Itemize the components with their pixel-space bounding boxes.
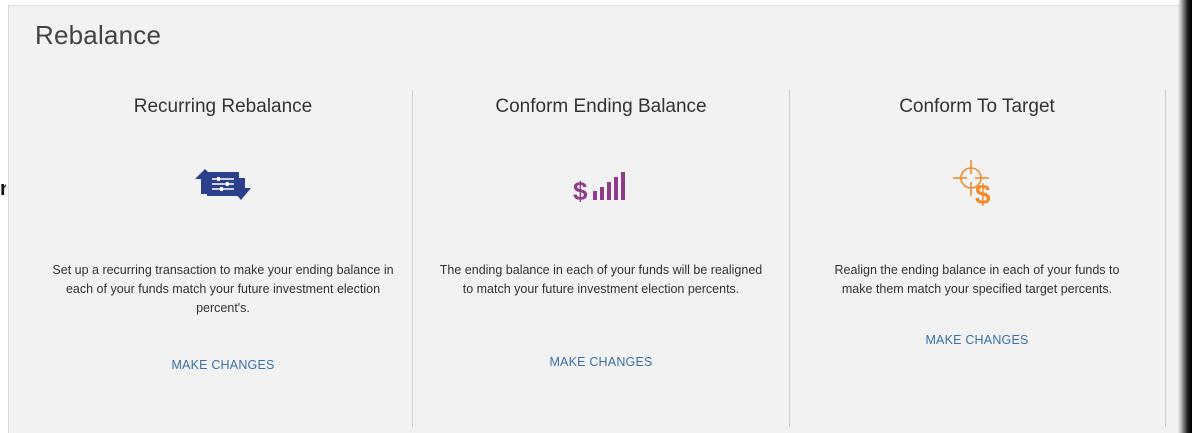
rebalance-panel: Rebalance Recurring Rebalance Set up a r… [8, 5, 1180, 433]
make-changes-conform-to-target-link[interactable]: MAKE CHANGES [790, 333, 1164, 347]
option-heading: Conform To Target [899, 96, 1055, 117]
clipped-text-fragment: n [0, 178, 6, 201]
option-description: Set up a recurring transaction to make y… [52, 263, 394, 315]
option-conform-to-target: Conform To Target $ Realign the ending b… [790, 90, 1164, 430]
option-recurring-rebalance: Recurring Rebalance Set up a recurring t… [31, 90, 415, 430]
window-edge-shadow [1178, 0, 1192, 433]
make-changes-conform-ending-balance-link[interactable]: MAKE CHANGES [413, 355, 789, 369]
page-title: Rebalance [35, 20, 162, 50]
column-divider [1165, 90, 1166, 427]
recurring-transfer-icon [193, 168, 253, 207]
dollar-signal-bars-icon: $ [573, 172, 629, 207]
option-heading: Conform Ending Balance [495, 96, 707, 117]
option-description: The ending balance in each of your funds… [439, 263, 763, 296]
option-description: Realign the ending balance in each of yo… [834, 263, 1120, 296]
option-heading: Recurring Rebalance [133, 96, 313, 117]
make-changes-recurring-rebalance-link[interactable]: MAKE CHANGES [31, 358, 415, 372]
svg-text:$: $ [975, 179, 991, 208]
target-dollar-icon: $ [951, 156, 1003, 213]
option-conform-ending-balance: Conform Ending Balance $ The ending bala… [413, 90, 789, 430]
svg-text:$: $ [573, 176, 588, 202]
